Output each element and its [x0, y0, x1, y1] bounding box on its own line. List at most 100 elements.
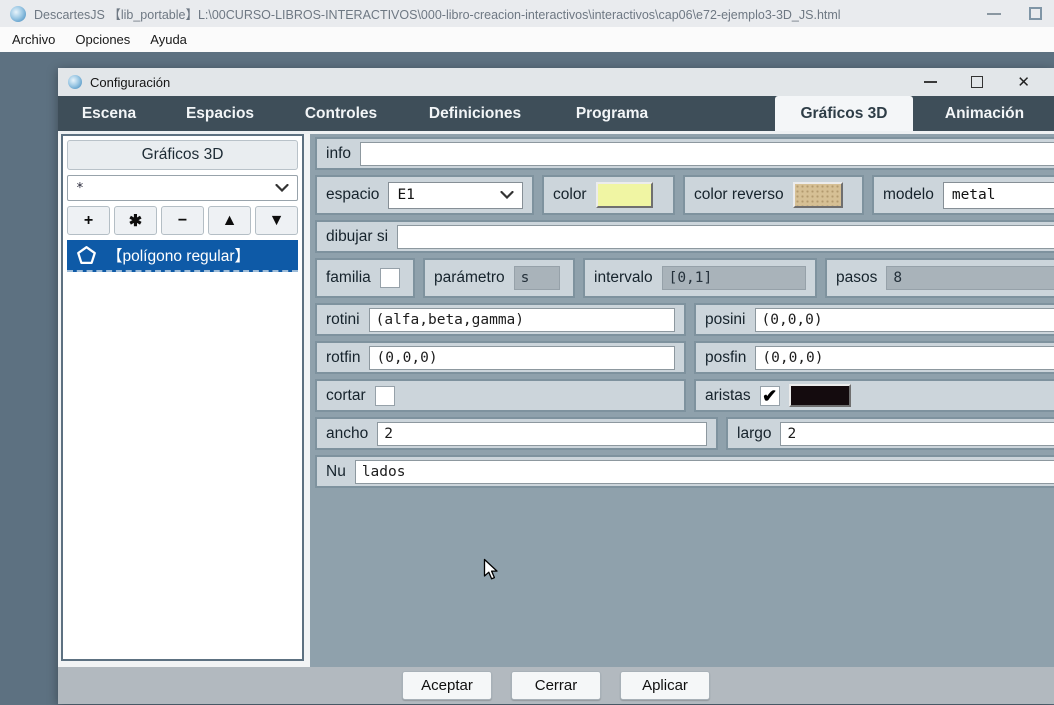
ancho-label: ancho: [326, 425, 368, 443]
tab-programa[interactable]: Programa: [548, 96, 676, 131]
family-button[interactable]: ✱: [114, 206, 157, 235]
color-cell: color: [542, 175, 675, 215]
maximize-icon[interactable]: [971, 76, 983, 88]
espacio-label: espacio: [326, 186, 379, 204]
graphics-list: 【polígono regular】: [67, 240, 298, 655]
info-label: info: [326, 145, 351, 163]
dialog-title: Configuración: [90, 75, 916, 90]
color-reverso-swatch[interactable]: [793, 182, 843, 208]
menu-archivo[interactable]: Archivo: [2, 29, 65, 50]
graphics-filter-select[interactable]: *: [67, 175, 298, 201]
menu-opciones[interactable]: Opciones: [65, 29, 140, 50]
aristas-label: aristas: [705, 387, 751, 405]
color-reverso-label: color reverso: [694, 186, 784, 204]
info-cell: info: [315, 137, 1054, 170]
posfin-label: posfin: [705, 349, 746, 367]
posini-cell: posini: [694, 303, 1054, 336]
dibujar-si-label: dibujar si: [326, 228, 388, 246]
largo-cell: largo: [726, 417, 1054, 450]
info-input[interactable]: [360, 142, 1054, 166]
remove-graphic-button[interactable]: −: [161, 206, 204, 235]
modelo-cell: modelo metal: [872, 175, 1054, 215]
check-icon: ✔: [762, 387, 777, 405]
rotfin-label: rotfin: [326, 349, 360, 367]
aristas-checkbox[interactable]: ✔: [760, 386, 780, 406]
menubar: Archivo Opciones Ayuda: [0, 27, 1054, 52]
screen: { "app": { "title": "DescartesJS 【lib_po…: [0, 0, 1054, 705]
menu-ayuda[interactable]: Ayuda: [140, 29, 197, 50]
aristas-cell: aristas ✔: [694, 379, 1054, 412]
dibujar-si-cell: dibujar si: [315, 220, 1054, 253]
ancho-cell: ancho: [315, 417, 718, 450]
graphics-toolbar: + ✱ − ▲ ▼: [67, 206, 298, 235]
move-down-button[interactable]: ▼: [255, 206, 298, 235]
tab-spacer: [676, 96, 775, 131]
pasos-label: pasos: [836, 269, 877, 287]
move-up-button[interactable]: ▲: [208, 206, 251, 235]
tab-graficos-3d[interactable]: Gráficos 3D: [775, 96, 913, 131]
dialog-body: Gráficos 3D * + ✱ − ▲ ▼: [58, 131, 1054, 667]
maximize-icon[interactable]: [1029, 7, 1042, 20]
graphics-filter-value: *: [76, 181, 84, 196]
posini-label: posini: [705, 311, 746, 329]
modelo-select[interactable]: metal: [943, 182, 1054, 209]
close-icon[interactable]: ✕: [1017, 75, 1030, 90]
tab-definiciones[interactable]: Definiciones: [402, 96, 548, 131]
pasos-cell: pasos: [825, 258, 1054, 298]
tab-bar: Escena Espacios Controles Definiciones P…: [58, 96, 1054, 131]
tab-animacion[interactable]: Animación: [924, 96, 1045, 131]
posini-input[interactable]: [755, 308, 1054, 332]
desktop: Configuración ✕ Escena Espacios Controle…: [0, 52, 1054, 705]
graphics-list-panel: Gráficos 3D * + ✱ − ▲ ▼: [61, 134, 304, 661]
graphics-3d-header: Gráficos 3D: [67, 140, 298, 170]
cerrar-button[interactable]: Cerrar: [511, 671, 601, 700]
list-item-poligono-regular[interactable]: 【polígono regular】: [67, 240, 298, 272]
cortar-cell: cortar: [315, 379, 686, 412]
configuracion-dialog: Configuración ✕ Escena Espacios Controle…: [58, 68, 1054, 704]
intervalo-input: [662, 266, 806, 290]
aristas-color-swatch[interactable]: [789, 384, 851, 407]
familia-label: familia: [326, 269, 371, 287]
minimize-icon[interactable]: [987, 13, 1001, 15]
nu-input[interactable]: [355, 460, 1054, 484]
rotini-input[interactable]: [369, 308, 675, 332]
chevron-down-icon: [500, 191, 514, 199]
tab-escena[interactable]: Escena: [58, 96, 160, 131]
tab-espacios[interactable]: Espacios: [160, 96, 280, 131]
espacio-select[interactable]: E1: [388, 182, 523, 209]
parametro-label: parámetro: [434, 269, 505, 287]
rotfin-input[interactable]: [369, 346, 675, 370]
app-title: DescartesJS 【lib_portable】L:\00CURSO-LIB…: [34, 4, 979, 23]
minimize-icon[interactable]: [924, 81, 937, 83]
pasos-input: [886, 266, 1054, 290]
nu-cell: Nu: [315, 455, 1054, 488]
dialog-titlebar[interactable]: Configuración ✕: [58, 68, 1054, 96]
parametro-cell: parámetro: [423, 258, 575, 298]
ancho-input[interactable]: [377, 422, 707, 446]
intervalo-label: intervalo: [594, 269, 653, 287]
posfin-input[interactable]: [755, 346, 1054, 370]
dibujar-si-input[interactable]: [397, 225, 1054, 249]
aplicar-button[interactable]: Aplicar: [620, 671, 710, 700]
largo-input[interactable]: [780, 422, 1054, 446]
property-form: info espacio E1 color: [310, 134, 1054, 667]
modelo-label: modelo: [883, 186, 934, 204]
color-label: color: [553, 186, 587, 204]
aceptar-button[interactable]: Aceptar: [402, 671, 492, 700]
familia-checkbox[interactable]: [380, 268, 400, 288]
list-item-label: 【polígono regular】: [107, 244, 250, 266]
rotfin-cell: rotfin: [315, 341, 686, 374]
familia-cell: familia: [315, 258, 415, 298]
espacio-cell: espacio E1: [315, 175, 534, 215]
cortar-label: cortar: [326, 387, 366, 405]
parametro-input: [514, 266, 560, 290]
tab-controles[interactable]: Controles: [280, 96, 402, 131]
intervalo-cell: intervalo: [583, 258, 817, 298]
color-reverso-cell: color reverso: [683, 175, 864, 215]
rotini-cell: rotini: [315, 303, 686, 336]
descartesjs-logo-icon: [68, 75, 82, 89]
nu-label: Nu: [326, 463, 346, 481]
color-swatch[interactable]: [596, 182, 653, 208]
cortar-checkbox[interactable]: [375, 386, 395, 406]
add-graphic-button[interactable]: +: [67, 206, 110, 235]
